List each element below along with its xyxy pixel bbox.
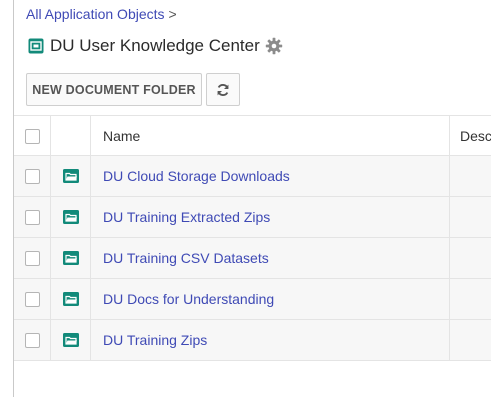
row-checkbox[interactable] — [24, 250, 40, 266]
folder-link[interactable]: DU Training Zips — [103, 332, 207, 348]
row-name-cell: DU Training CSV Datasets — [91, 238, 450, 278]
row-icon-cell — [51, 320, 91, 360]
row-icon-cell — [51, 156, 91, 196]
folder-link[interactable]: DU Cloud Storage Downloads — [103, 168, 290, 184]
row-description-cell — [450, 156, 491, 196]
header-icon-cell — [51, 116, 91, 156]
row-name-cell: DU Cloud Storage Downloads — [91, 156, 450, 196]
row-checkbox[interactable] — [24, 291, 40, 307]
page-header: DU User Knowledge Center — [28, 34, 283, 58]
row-description-cell — [450, 320, 491, 360]
row-checkbox-cell — [14, 156, 51, 196]
row-description-cell — [450, 197, 491, 237]
folder-icon — [62, 333, 79, 347]
table-header-row: Name Desc — [14, 115, 491, 156]
gear-icon[interactable] — [265, 37, 283, 55]
breadcrumb: All Application Objects > — [26, 6, 177, 22]
table-row: DU Training Extracted Zips — [14, 197, 491, 238]
folder-icon — [62, 292, 79, 306]
breadcrumb-separator: > — [168, 6, 177, 22]
column-header-description-label: Desc — [460, 128, 491, 144]
row-checkbox[interactable] — [24, 209, 40, 225]
column-header-name-label: Name — [103, 128, 141, 144]
refresh-icon — [216, 83, 230, 97]
row-icon-cell — [51, 279, 91, 319]
folder-icon — [62, 169, 79, 183]
table-row: DU Training CSV Datasets — [14, 238, 491, 279]
table-row: DU Cloud Storage Downloads — [14, 156, 491, 197]
row-checkbox[interactable] — [24, 332, 40, 348]
column-header-name[interactable]: Name — [91, 116, 450, 156]
folder-table: Name Desc DU Cloud Storage Downloads DU … — [14, 115, 491, 361]
row-checkbox-cell — [14, 197, 51, 237]
breadcrumb-link-all-objects[interactable]: All Application Objects — [26, 6, 165, 22]
row-icon-cell — [51, 197, 91, 237]
folder-link[interactable]: DU Training Extracted Zips — [103, 209, 270, 225]
table-row: DU Docs for Understanding — [14, 279, 491, 320]
folder-icon — [62, 251, 79, 265]
refresh-button[interactable] — [206, 73, 240, 106]
row-checkbox[interactable] — [24, 168, 40, 184]
new-document-folder-button[interactable]: NEW DOCUMENT FOLDER — [26, 73, 202, 106]
row-name-cell: DU Docs for Understanding — [91, 279, 450, 319]
row-icon-cell — [51, 238, 91, 278]
row-checkbox-cell — [14, 279, 51, 319]
row-description-cell — [450, 279, 491, 319]
folder-link[interactable]: DU Training CSV Datasets — [103, 250, 269, 266]
column-header-description[interactable]: Desc — [450, 116, 491, 156]
row-checkbox-cell — [14, 320, 51, 360]
row-name-cell: DU Training Extracted Zips — [91, 197, 450, 237]
table-row: DU Training Zips — [14, 320, 491, 361]
page-title: DU User Knowledge Center — [50, 36, 260, 55]
row-name-cell: DU Training Zips — [91, 320, 450, 360]
folder-link[interactable]: DU Docs for Understanding — [103, 291, 274, 307]
folder-icon — [62, 210, 79, 224]
select-all-checkbox[interactable] — [24, 128, 40, 144]
toolbar: NEW DOCUMENT FOLDER — [26, 73, 240, 106]
folder-tree-icon — [28, 38, 44, 54]
row-checkbox-cell — [14, 238, 51, 278]
header-checkbox-cell — [14, 116, 51, 156]
row-description-cell — [450, 238, 491, 278]
